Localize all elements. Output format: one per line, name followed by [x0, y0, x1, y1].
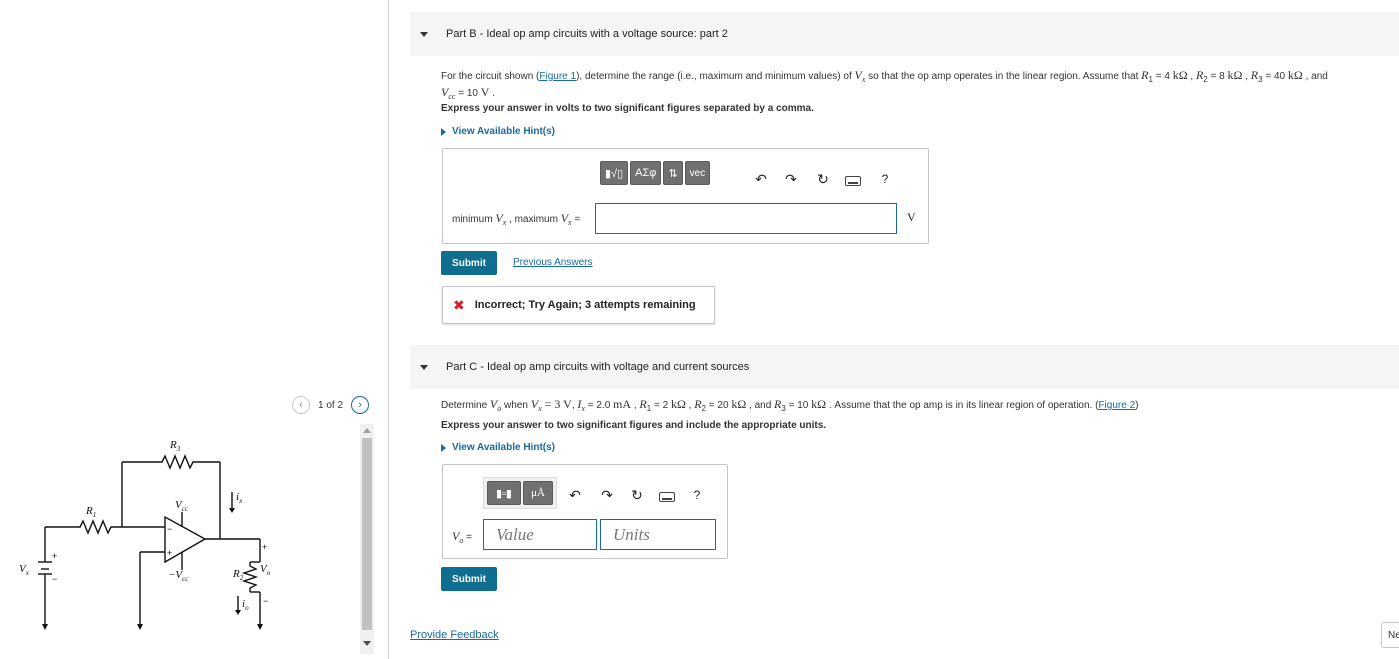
part-c-instruction: Express your answer to two significant f… [441, 420, 827, 431]
svg-text:−: − [52, 574, 57, 584]
current-arrow-icon [235, 610, 241, 615]
scroll-down-icon[interactable] [363, 641, 371, 646]
part-c-title: Part C - Ideal op amp circuits with volt… [446, 361, 750, 373]
arrows-button[interactable]: ⇅ [663, 161, 683, 185]
figure-2-link[interactable]: Figure 2 [1098, 400, 1135, 411]
svg-text:R3: R3 [169, 439, 181, 453]
keyboard-icon[interactable] [845, 173, 861, 189]
provide-feedback-link[interactable]: Provide Feedback [410, 629, 499, 641]
units-toolbar: ▮▫▮ μÅ [483, 477, 557, 509]
scroll-thumb[interactable] [362, 438, 372, 630]
feedback-message: ✖ Incorrect; Try Again; 3 attempts remai… [442, 286, 715, 324]
part-b-hint-toggle[interactable]: View Available Hint(s) [441, 126, 555, 137]
svg-text:Vcc: Vcc [175, 499, 189, 513]
part-b-header[interactable]: Part B - Ideal op amp circuits with a vo… [410, 12, 1399, 56]
part-c-submit-button[interactable]: Submit [441, 567, 497, 591]
svg-text:+: + [52, 551, 57, 561]
next-figure-button[interactable]: › [351, 396, 370, 414]
math-toolbar: ▮√▯ ΑΣφ ⇅ vec [600, 161, 711, 185]
svg-text:ix: ix [236, 491, 243, 505]
caret-down-icon [420, 364, 428, 370]
redo-icon[interactable]: ↷ [599, 487, 615, 503]
resistor-r2 [241, 562, 259, 592]
part-b-instruction: Express your answer in volts to two sign… [441, 103, 814, 114]
part-b-answer-box: ▮√▯ ΑΣφ ⇅ vec ↶ ↷ ↻ ? minimum Vx , maxim… [442, 148, 929, 244]
svg-text:+: + [262, 542, 267, 552]
circuit-diagram: R3 R1 Vcc −Vcc Vx ix R2 Vo io + − + − − … [19, 439, 271, 630]
ground-arrow-icon [42, 624, 48, 630]
error-x-icon: ✖ [453, 296, 465, 313]
undo-icon[interactable]: ↶ [753, 171, 769, 187]
panel-divider [388, 0, 389, 659]
svg-text:R2: R2 [232, 568, 244, 582]
svg-text:−: − [167, 524, 172, 534]
svg-text:Vx: Vx [19, 563, 30, 577]
figure-pager: ‹ 1 of 2 › [292, 396, 370, 414]
svg-text:−: − [263, 596, 268, 606]
vec-button[interactable]: vec [684, 161, 711, 185]
reset-icon[interactable]: ↻ [815, 171, 831, 187]
current-arrow-icon [229, 508, 235, 513]
svg-text:Vo: Vo [260, 563, 271, 577]
scroll-up-icon[interactable] [363, 428, 371, 433]
resistor-r1 [45, 519, 165, 535]
chevron-right-icon: › [358, 399, 362, 411]
figure-1-link[interactable]: Figure 1 [539, 71, 576, 82]
value-input[interactable]: Value [483, 519, 597, 550]
part-c-question: Determine Vo when Vx = 3 V, Ix = 2.0 mA … [441, 397, 1139, 414]
units-button[interactable]: μÅ [523, 481, 553, 505]
help-button[interactable]: ? [877, 171, 893, 187]
redo-icon[interactable]: ↷ [783, 171, 799, 187]
svg-text:+: + [167, 548, 172, 558]
template-button[interactable]: ▮√▯ [600, 161, 629, 185]
help-button[interactable]: ? [689, 487, 705, 503]
caret-right-icon [441, 443, 446, 452]
resistor-r3 [122, 454, 220, 470]
part-c-answer-box: ▮▫▮ μÅ ↶ ↷ ↻ ? Vo = Value Units [442, 464, 728, 559]
part-b-submit-button[interactable]: Submit [441, 251, 497, 275]
ground-arrow-icon [257, 624, 263, 630]
part-b-question: For the circuit shown (Figure 1), determ… [441, 68, 1328, 102]
part-b-answer-label: minimum Vx , maximum Vx = [452, 211, 581, 227]
fraction-template-button[interactable]: ▮▫▮ [487, 481, 521, 505]
caret-down-icon [420, 31, 428, 37]
chevron-left-icon: ‹ [299, 399, 303, 411]
part-c-hint-toggle[interactable]: View Available Hint(s) [441, 442, 555, 453]
svg-text:R1: R1 [85, 505, 96, 519]
part-b-title: Part B - Ideal op amp circuits with a vo… [446, 28, 728, 40]
figure-scrollbar[interactable] [360, 424, 374, 654]
svg-text:io: io [242, 598, 249, 612]
part-c-header[interactable]: Part C - Ideal op amp circuits with volt… [410, 345, 1399, 389]
svg-text:−Vcc: −Vcc [168, 569, 189, 583]
part-c-answer-label: Vo = [452, 529, 472, 545]
reset-icon[interactable]: ↻ [629, 487, 645, 503]
prev-figure-button[interactable]: ‹ [292, 396, 310, 414]
units-input[interactable]: Units [600, 519, 716, 550]
undo-icon[interactable]: ↶ [567, 487, 583, 503]
caret-right-icon [441, 127, 446, 136]
part-b-answer-input[interactable] [595, 203, 897, 234]
ground-arrow-icon [137, 624, 143, 630]
previous-answers-link[interactable]: Previous Answers [513, 257, 592, 268]
part-b-unit: V [907, 210, 916, 224]
figure-pager-label: 1 of 2 [318, 399, 344, 411]
next-button[interactable]: Ne [1381, 622, 1399, 648]
keyboard-icon[interactable] [659, 489, 675, 505]
figure-panel: ‹ 1 of 2 › R3 R1 Vcc −Vcc Vx ix R2 Vo io… [0, 0, 388, 659]
greek-button[interactable]: ΑΣφ [630, 161, 662, 185]
